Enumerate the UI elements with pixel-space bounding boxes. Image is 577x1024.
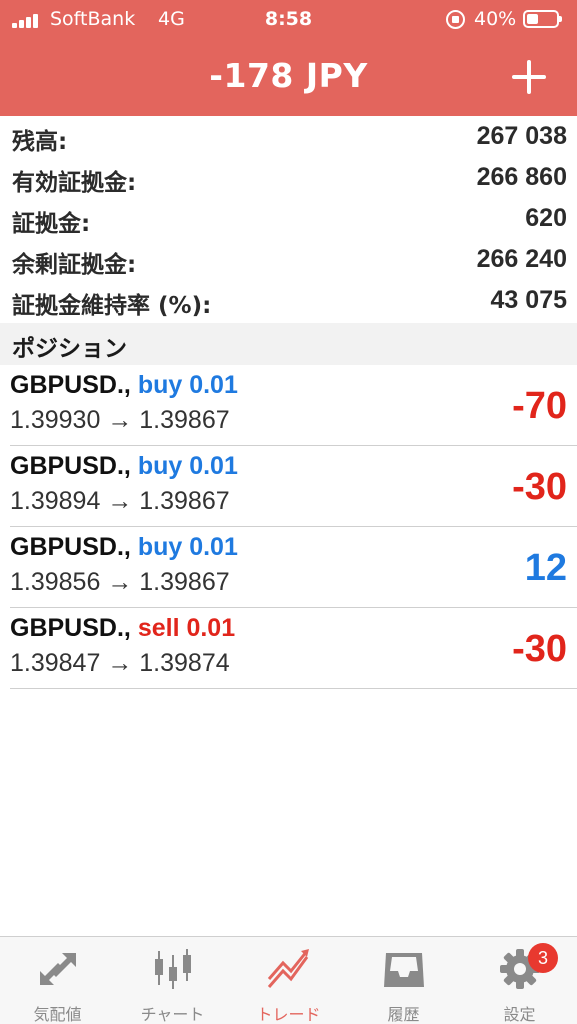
- summary-label: 有効証拠金:: [12, 170, 137, 196]
- candlestick-chart-icon: [155, 949, 191, 989]
- section-title: ポジション: [12, 336, 127, 362]
- summary-row-free-margin: 余剰証拠金: 266 240: [0, 239, 577, 280]
- position-profit: -70: [512, 385, 567, 427]
- position-side: buy 0.01: [137, 452, 238, 480]
- positions-list: GBPUSD., buy 0.01 1.39930 → 1.39867 -70 …: [0, 365, 577, 689]
- status-bar: SoftBank 4G 8:58 40%: [0, 0, 577, 38]
- tab-label: チャート: [140, 1005, 205, 1024]
- position-row[interactable]: GBPUSD., sell 0.01 1.39847 → 1.39874 -30: [0, 608, 577, 689]
- summary-value: 266 860: [476, 163, 567, 191]
- position-symbol: GBPUSD., buy 0.01: [10, 452, 238, 480]
- page-title: -178 JPY: [209, 56, 368, 95]
- tab-trade[interactable]: トレード: [231, 937, 346, 1024]
- position-profit: -30: [512, 466, 567, 508]
- tab-history[interactable]: 履歴: [346, 937, 461, 1024]
- position-row[interactable]: GBPUSD., buy 0.01 1.39894 → 1.39867 -30: [0, 446, 577, 527]
- position-prices: 1.39847 → 1.39874: [10, 649, 230, 677]
- tab-chart[interactable]: チャート: [115, 937, 230, 1024]
- position-symbol: GBPUSD., buy 0.01: [10, 371, 238, 399]
- tab-bar: 気配値 チャート トレード 履歴 3 設定: [0, 936, 577, 1024]
- summary-row-balance: 残高: 267 038: [0, 116, 577, 157]
- battery-icon: [523, 10, 562, 28]
- position-prices: 1.39856 → 1.39867: [10, 568, 230, 596]
- tab-label: 気配値: [33, 1005, 82, 1024]
- summary-label: 余剰証拠金:: [12, 252, 137, 278]
- summary-value: 43 075: [490, 286, 567, 314]
- summary-value: 266 240: [476, 245, 567, 273]
- quotes-arrows-icon: [40, 953, 76, 985]
- position-row[interactable]: GBPUSD., buy 0.01 1.39930 → 1.39867 -70: [0, 365, 577, 446]
- tab-label: 履歴: [387, 1005, 420, 1024]
- summary-value: 620: [525, 204, 567, 232]
- row-divider: [10, 688, 577, 689]
- trade-trend-icon: [267, 949, 309, 988]
- tab-label: 設定: [503, 1005, 536, 1024]
- summary-row-margin: 証拠金: 620: [0, 198, 577, 239]
- tab-label: トレード: [256, 1005, 321, 1024]
- position-symbol: GBPUSD., sell 0.01: [10, 614, 236, 642]
- account-summary: 残高: 267 038 有効証拠金: 266 860 証拠金: 620 余剰証拠…: [0, 116, 577, 321]
- position-row[interactable]: GBPUSD., buy 0.01 1.39856 → 1.39867 12: [0, 527, 577, 608]
- battery-percentage: 40%: [474, 8, 517, 30]
- summary-label: 残高:: [12, 129, 68, 155]
- summary-label: 証拠金維持率 (%):: [12, 293, 212, 319]
- position-side: buy 0.01: [137, 533, 238, 561]
- position-profit: -30: [512, 628, 567, 670]
- position-side: sell 0.01: [137, 614, 236, 642]
- summary-value: 267 038: [476, 122, 567, 150]
- tab-settings[interactable]: 3 設定: [462, 937, 577, 1024]
- position-side: buy 0.01: [137, 371, 238, 399]
- position-prices: 1.39930 → 1.39867: [10, 406, 230, 434]
- position-prices: 1.39894 → 1.39867: [10, 487, 230, 515]
- history-inbox-icon: [384, 953, 424, 987]
- tab-quotes[interactable]: 気配値: [0, 937, 115, 1024]
- summary-row-margin-level: 証拠金維持率 (%): 43 075: [0, 280, 577, 321]
- plus-icon[interactable]: [507, 56, 551, 100]
- orientation-lock-icon: [446, 10, 465, 29]
- position-symbol: GBPUSD., buy 0.01: [10, 533, 238, 561]
- summary-row-equity: 有効証拠金: 266 860: [0, 157, 577, 198]
- positions-section-header: ポジション: [0, 323, 577, 365]
- header-bar: SoftBank 4G 8:58 40% -178 JPY: [0, 0, 577, 116]
- position-profit: 12: [524, 547, 567, 589]
- notification-badge: 3: [528, 943, 558, 973]
- summary-label: 証拠金:: [12, 211, 91, 237]
